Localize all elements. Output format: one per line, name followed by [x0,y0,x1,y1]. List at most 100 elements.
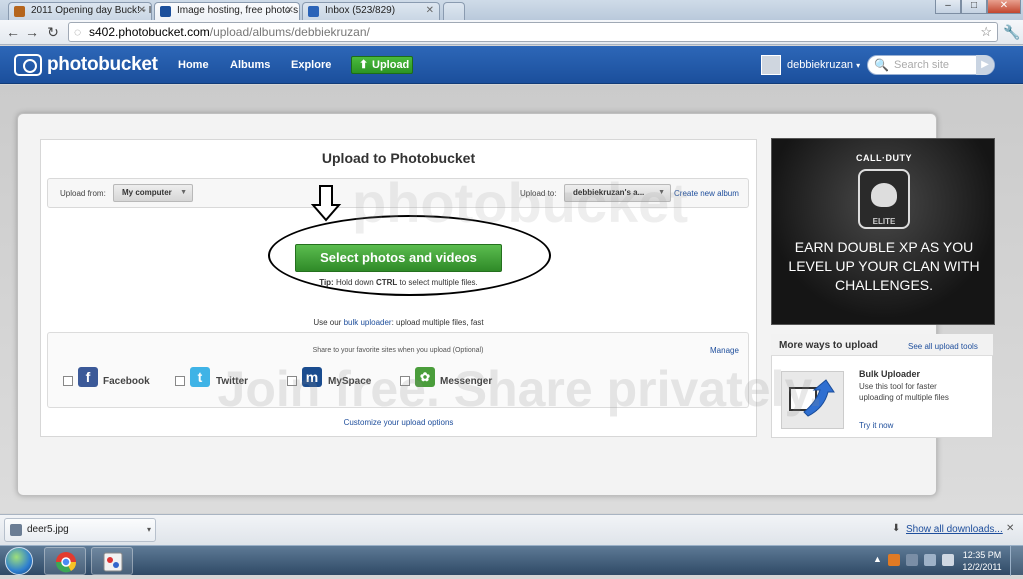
tip-text: Hold down [333,278,376,287]
manage-link[interactable]: Manage [710,346,739,355]
facebook-label: Facebook [103,376,150,387]
clock-time: 12:35 PM [962,550,1002,560]
tip-key: CTRL [375,278,398,287]
close-tab-icon[interactable]: ✕ [286,3,294,19]
close-tab-icon[interactable]: ✕ [426,3,434,19]
windows-taskbar: ▲ 12:35 PM 12/2/2011 [0,545,1023,576]
image-file-icon [10,524,22,536]
tab-title: Image hosting, free photo s [177,5,299,16]
bulk-uploader-link[interactable]: bulk uploader [344,318,392,327]
upload-from-value: My computer [122,188,172,197]
ad-sub: ELITE [872,217,896,226]
ad-line: CHALLENGES. [834,277,934,293]
page-title: Upload to Photobucket [321,150,476,166]
camera-icon [14,54,42,76]
see-all-tools-link[interactable]: See all upload tools [908,342,978,351]
share-messenger-checkbox[interactable] [400,376,410,386]
forward-arrow-icon[interactable]: → [24,24,40,40]
tab-inbox[interactable]: Inbox (523/829) ✕ [302,2,440,20]
ad-line: EARN DOUBLE XP AS YOU [794,239,974,255]
nav-explore[interactable]: Explore [291,59,331,71]
maximize-window-button[interactable]: □ [961,0,987,14]
ad-text: EARN DOUBLE XP AS YOU LEVEL UP YOUR CLAN… [772,238,996,295]
site-header: photobucket Home Albums Explore ⬆ Upload… [0,46,1023,84]
header-upload-button[interactable]: ⬆ Upload [351,56,413,74]
upload-from-label: Upload from: [60,189,106,198]
chevron-down-icon: ▼ [180,189,187,196]
share-box [47,332,749,408]
volume-icon[interactable] [942,554,954,566]
chevron-down-icon[interactable]: ▾ [147,519,151,541]
tray-expand-icon[interactable]: ▲ [873,554,882,564]
new-tab-button[interactable] [443,2,465,20]
paint-taskbar-button[interactable] [91,547,133,575]
back-arrow-icon[interactable]: ← [5,24,21,40]
messenger-icon: ✿ [415,367,435,387]
upload-label: Upload [372,59,410,71]
bookmark-star-icon[interactable]: ☆ [980,23,992,41]
upload-to-select[interactable]: debbiekruzan's a... ▼ [564,184,671,202]
upload-tip: Tip: Hold down CTRL to select multiple f… [295,278,502,287]
tab-favicon-icon [160,6,171,17]
close-downloads-icon[interactable]: ✕ [1006,523,1014,534]
chrome-taskbar-button[interactable] [44,547,86,575]
nav-home[interactable]: Home [178,59,209,71]
download-item[interactable]: deer5.jpg ▾ [4,518,156,542]
chevron-down-icon: ▼ [658,189,665,196]
tab-favicon-icon [14,6,25,17]
nav-albums[interactable]: Albums [230,59,270,71]
twitter-label: Twitter [216,376,249,387]
avatar[interactable] [761,55,781,75]
bulk-uploader-desc: uploading of multiple files [859,393,949,402]
reload-icon[interactable]: ↻ [45,24,61,40]
share-myspace-checkbox[interactable] [287,376,297,386]
close-tab-icon[interactable]: ✕ [138,3,146,19]
logo-text: photobucket [47,54,158,75]
tab-title: 2011 Opening day Buck! - I [31,5,152,16]
url-path: /upload/albums/debbiekruzan/ [209,25,370,39]
bulk-uploader-desc: Use this tool for faster [859,382,937,391]
tip-label: Tip: [319,278,334,287]
bulk-upload-arrow-icon [789,379,835,417]
clock-date: 12/2/2011 [962,562,1002,572]
username: debbiekruzan [787,59,854,71]
photobucket-logo[interactable]: photobucket [14,53,158,77]
call-of-duty-ad[interactable]: CALL·DUTY ELITE EARN DOUBLE XP AS YOU LE… [771,138,995,325]
show-desktop-button[interactable] [1010,546,1023,576]
system-clock[interactable]: 12:35 PM 12/2/2011 [962,549,1002,573]
tab-opening-day-buck[interactable]: 2011 Opening day Buck! - I ✕ [8,2,152,20]
downloads-bar: deer5.jpg ▾ ⬇ Show all downloads... ✕ [0,514,1023,545]
try-it-now-link[interactable]: Try it now [859,421,893,430]
upload-from-select[interactable]: My computer ▼ [113,184,193,202]
browser-toolbar: ← → ↻ ◌ s402.photobucket.com/upload/albu… [0,20,1023,45]
twitter-icon: t [190,367,210,387]
bulk-uploader-title: Bulk Uploader [859,369,921,379]
search-input[interactable]: 🔍 Search site ▶ [867,55,995,75]
tab-title: Inbox (523/829) [325,5,396,16]
show-all-downloads-link[interactable]: Show all downloads... [906,524,1003,535]
minimize-window-button[interactable]: – [935,0,961,14]
wrench-icon[interactable]: 🔧 [1003,24,1020,40]
start-button[interactable] [5,547,33,575]
select-photos-button[interactable]: Select photos and videos [295,244,502,272]
bulk-uploader-line: Use our bulk uploader: upload multiple f… [40,318,757,327]
paint-icon [103,552,123,572]
share-twitter-checkbox[interactable] [175,376,185,386]
search-go-button[interactable]: ▶ [976,55,994,75]
facebook-icon: f [78,367,98,387]
user-menu[interactable]: debbiekruzan ▾ [787,59,860,71]
customize-link[interactable]: Customize your upload options [344,418,454,427]
tab-image-hosting[interactable]: Image hosting, free photo s ✕ [154,2,300,20]
tab-favicon-icon [308,6,319,17]
tip-text-end: to select multiple files. [397,278,478,287]
address-bar[interactable]: ◌ s402.photobucket.com/upload/albums/deb… [68,22,998,42]
tray-app-icon[interactable] [888,554,900,566]
share-facebook-checkbox[interactable] [63,376,73,386]
network-icon[interactable] [906,554,918,566]
upload-arrow-icon: ⬆ [359,59,369,71]
signal-icon[interactable] [924,554,936,566]
create-album-link[interactable]: Create new album [674,189,739,198]
close-window-button[interactable]: ✕ [987,0,1021,14]
messenger-label: Messenger [440,376,493,387]
bulk-uploader-image-icon[interactable] [781,371,844,429]
